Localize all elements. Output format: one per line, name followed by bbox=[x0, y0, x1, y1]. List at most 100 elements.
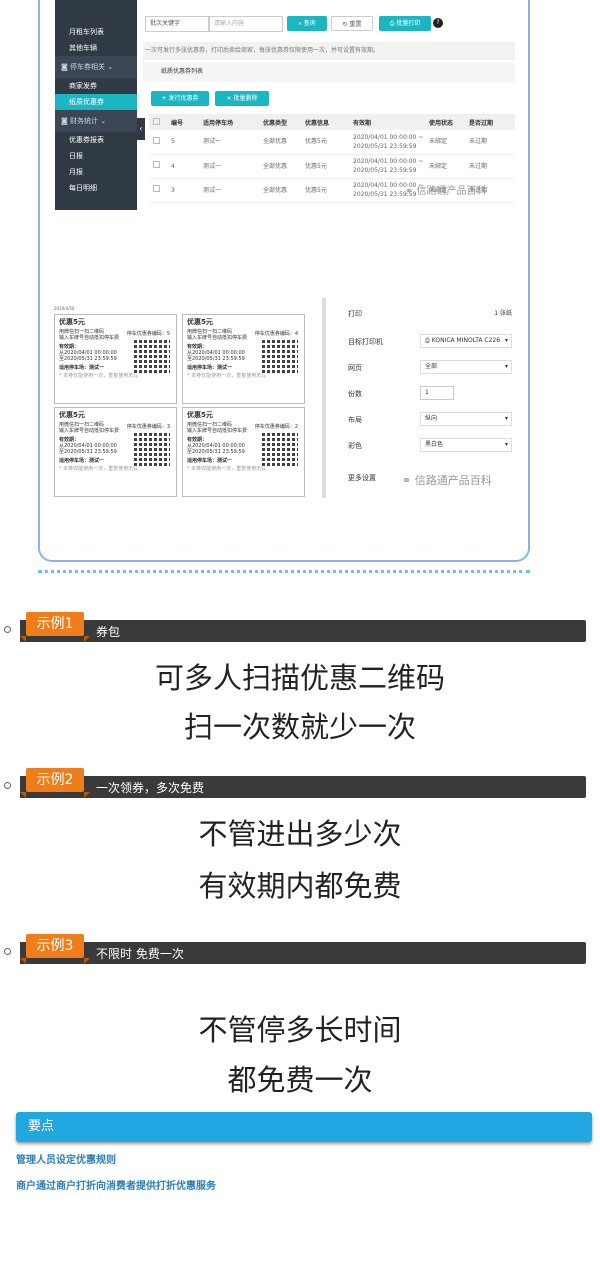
coupon-title: 优惠5元 bbox=[187, 318, 213, 326]
coupon-no: 停车优惠券编码：3 bbox=[126, 424, 170, 430]
search-bar: 批次关键字 请输入内容 ⌕ 查询 ↻ 重置 ⎙ 批量打印 ? bbox=[143, 16, 515, 38]
color-select[interactable]: 黑白色 bbox=[420, 438, 512, 452]
copies-input[interactable]: 1 bbox=[420, 386, 454, 400]
cell-no: 4 bbox=[167, 154, 199, 179]
example-subtitle: 券包 bbox=[96, 625, 121, 639]
color-label: 彩色 bbox=[348, 442, 362, 450]
sidebar-item-paper-coupon[interactable]: 纸质优惠券 bbox=[55, 94, 137, 110]
layout-select[interactable]: 纵向 bbox=[420, 412, 512, 426]
preview-date: 2020/4/28 bbox=[54, 306, 75, 311]
header-type: 优惠类型 bbox=[259, 114, 301, 130]
example-header: 示例3 不限时 免费一次 bbox=[0, 934, 600, 964]
coupon-no: 停车优惠券编码：5 bbox=[126, 331, 170, 337]
bullet-icon bbox=[4, 626, 11, 633]
camera-icon: ◙ bbox=[61, 63, 68, 71]
sidebar-group-coupon[interactable]: ◙ 停车券相关 ⌄ bbox=[55, 56, 137, 78]
example-tag: 示例1 bbox=[20, 612, 90, 642]
printer-select[interactable]: ⎙ KONICA MINOLTA C226 bbox=[420, 334, 512, 348]
pages-select[interactable]: 全部 bbox=[420, 360, 512, 374]
cell-no: 5 bbox=[167, 130, 199, 155]
cell-info: 优惠5元 bbox=[301, 154, 349, 179]
cell-type: 全部优惠 bbox=[259, 154, 301, 179]
header-expired: 是否过期 bbox=[465, 114, 515, 130]
cell-info: 优惠5元 bbox=[301, 178, 349, 203]
example-tag: 示例2 bbox=[20, 768, 90, 798]
example-text: 可多人扫描优惠二维码 bbox=[154, 661, 445, 695]
coupon-title: 优惠5元 bbox=[59, 318, 85, 326]
coupon-card: 优惠5元 用微信扫一扫二维码 输入车牌号自动抵扣停车费 有效期： 从2020/04/01… bbox=[54, 314, 177, 404]
header-check[interactable] bbox=[149, 114, 167, 130]
layout-row: 布局 纵向 bbox=[348, 412, 516, 428]
watermark-text-2: ⚭ 信路通产品百科 bbox=[402, 474, 492, 487]
camera-icon: ◙ bbox=[61, 117, 68, 125]
batch-delete-button[interactable]: × 批量删除 bbox=[215, 91, 269, 106]
cell-expired: 未过期 bbox=[465, 154, 515, 179]
sidebar: 月租车列表 其他车辆 ◙ 停车券相关 ⌄ 商家发券 纸质优惠券 ◙ 财务统计 ⌄… bbox=[55, 0, 145, 210]
cell-valid: 2020/04/01 00:00:00 ~ 2020/05/31 23:59:5… bbox=[349, 154, 425, 179]
print-title: 打印 bbox=[348, 310, 362, 318]
checkbox-icon[interactable] bbox=[153, 185, 160, 192]
checkbox-icon[interactable] bbox=[153, 136, 160, 144]
example-header: 示例1 券包 bbox=[0, 612, 600, 642]
sidebar-item-monthly[interactable]: 月租车列表 bbox=[55, 24, 137, 40]
example-subtitle: 不限时 免费一次 bbox=[96, 947, 184, 961]
cell-park: 测试一 bbox=[199, 130, 259, 155]
cell-status: 未绑定 bbox=[425, 154, 465, 179]
pages-row: 网页 全部 bbox=[348, 360, 516, 376]
coupon-title: 优惠5元 bbox=[187, 411, 213, 419]
cell-type: 全部优惠 bbox=[259, 178, 301, 203]
example-text: 都免费一次 bbox=[227, 1063, 373, 1097]
sidebar-item-other[interactable]: 其他车辆 bbox=[55, 40, 137, 56]
table-row[interactable]: 5 测试一 全部优惠 优惠5元 2020/04/01 00:00:00 ~ 20… bbox=[149, 130, 515, 155]
qr-code-icon bbox=[134, 432, 170, 468]
example-text: 不管进出多少次 bbox=[198, 817, 402, 851]
watermark-text: ⚭ 信路通产品百科 bbox=[405, 186, 487, 197]
keyword-input[interactable]: 请输入内容 bbox=[209, 16, 283, 32]
issue-coupon-button[interactable]: + 发行优惠券 bbox=[151, 91, 209, 106]
cell-type: 全部优惠 bbox=[259, 130, 301, 155]
checkbox-icon[interactable] bbox=[153, 161, 160, 168]
sidebar-item-detail[interactable]: 每日明细 bbox=[55, 180, 137, 196]
sidebar-item-report[interactable]: 优惠券报表 bbox=[55, 132, 137, 148]
sidebar-item-monthly-report[interactable]: 月报 bbox=[55, 164, 137, 180]
keyword-label: 批次关键字 bbox=[145, 16, 209, 32]
coupon-title: 优惠5元 bbox=[59, 411, 85, 419]
copies-label: 份数 bbox=[348, 390, 362, 398]
coupon-card: 优惠5元 用微信扫一扫二维码 输入车牌号自动抵扣停车费 有效期： 从2020/04/01… bbox=[54, 407, 177, 497]
checkbox-icon[interactable] bbox=[153, 117, 160, 125]
main-panel: 批次关键字 请输入内容 ⌕ 查询 ↻ 重置 ⎙ 批量打印 ? 一次可发行多张优惠… bbox=[143, 0, 515, 210]
keypoint-item: 管理人员设定优惠规则 bbox=[16, 1155, 116, 1166]
cell-status: 未绑定 bbox=[425, 130, 465, 155]
print-title-row: 打印 1 张纸 bbox=[348, 306, 516, 322]
example-text: 扫一次数就少一次 bbox=[183, 710, 416, 744]
table-row[interactable]: 4 测试一 全部优惠 优惠5元 2020/04/01 00:00:00 ~ 20… bbox=[149, 154, 515, 179]
coupon-no: 停车优惠券编码：4 bbox=[254, 331, 298, 337]
sidebar-item-daily[interactable]: 日报 bbox=[55, 148, 137, 164]
coupon-card: 优惠5元 用微信扫一扫二维码 输入车牌号自动抵扣停车费 有效期： 从2020/04/01… bbox=[182, 407, 305, 497]
qr-code-icon bbox=[262, 432, 298, 468]
reset-button[interactable]: ↻ 重置 bbox=[331, 16, 373, 31]
query-button[interactable]: ⌕ 查询 bbox=[287, 16, 327, 31]
sidebar-group-finance[interactable]: ◙ 财务统计 ⌄ bbox=[55, 110, 137, 132]
header-park: 适用停车场 bbox=[199, 114, 259, 130]
header-status: 使用状态 bbox=[425, 114, 465, 130]
keypoint-item: 商户通过商户打折向消费者提供打折优惠服务 bbox=[16, 1181, 216, 1192]
printer-icon: ⎙ bbox=[425, 337, 430, 344]
color-row: 彩色 黑白色 bbox=[348, 438, 516, 454]
help-icon[interactable]: ? bbox=[433, 18, 443, 28]
header-no: 编号 bbox=[167, 114, 199, 130]
sidebar-item-merchant[interactable]: 商家发券 bbox=[55, 78, 137, 94]
cell-info: 优惠5元 bbox=[301, 130, 349, 155]
printer-label: 目标打印机 bbox=[348, 338, 383, 346]
cell-valid: 2020/04/01 00:00:00 ~ 2020/05/31 23:59:5… bbox=[349, 130, 425, 155]
pages-label: 网页 bbox=[348, 364, 362, 372]
copies-row: 份数 1 bbox=[348, 386, 516, 402]
batch-print-button[interactable]: ⎙ 批量打印 bbox=[379, 16, 431, 31]
cell-park: 测试一 bbox=[199, 154, 259, 179]
printer-row: 目标打印机 ⎙ KONICA MINOLTA C226 bbox=[348, 334, 516, 350]
layout-label: 布局 bbox=[348, 416, 362, 424]
print-panel: 打印 1 张纸 目标打印机 ⎙ KONICA MINOLTA C226 网页 全部 份… bbox=[324, 298, 520, 498]
example-text: 不管停多长时间 bbox=[198, 1013, 402, 1047]
notice-text: 一次可发行多张优惠券，打印后卖给商家，每张优惠券仅限使用一次，并可设置有效期。 bbox=[143, 42, 515, 60]
coupon-card: 优惠5元 用微信扫一扫二维码 输入车牌号自动抵扣停车费 有效期： 从2020/04/01… bbox=[182, 314, 305, 404]
